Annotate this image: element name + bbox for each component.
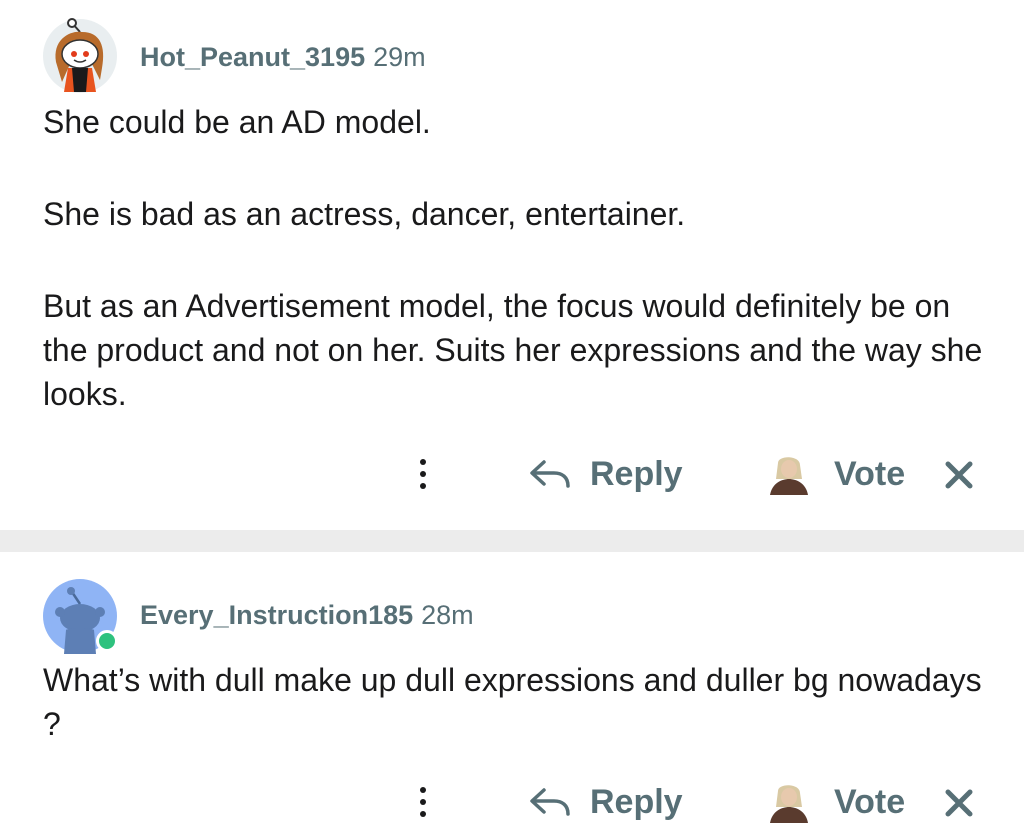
comment-body: What’s with dull make up dull expression… <box>43 658 983 746</box>
author-name[interactable]: Every_Instruction185 <box>140 600 413 630</box>
reddit-snoo-avatar-icon <box>43 18 117 93</box>
vote-button[interactable]: Vote <box>766 778 905 826</box>
avatar[interactable] <box>42 578 118 654</box>
comment-body: She could be an AD model. She is bad as … <box>43 100 983 416</box>
vote-button[interactable]: Vote <box>766 450 905 498</box>
reply-arrow-icon <box>530 788 570 816</box>
comment-paragraph: She is bad as an actress, dancer, entert… <box>43 196 686 232</box>
author-line: Every_Instruction185 28m <box>140 600 474 631</box>
comment-paragraph: But as an Advertisement model, the focus… <box>43 288 983 412</box>
more-options-button[interactable] <box>402 450 444 498</box>
comment: Every_Instruction185 28m What’s with dull… <box>0 552 1024 830</box>
more-vertical-icon <box>420 459 426 465</box>
vote-label: Vote <box>834 454 906 493</box>
dismiss-button[interactable] <box>940 784 978 822</box>
reply-button[interactable]: Reply <box>528 778 683 826</box>
comment-paragraph: She could be an AD model. <box>43 104 431 140</box>
vote-avatar-icon <box>766 453 812 495</box>
author-name[interactable]: Hot_Peanut_3195 <box>140 42 365 72</box>
online-status-indicator <box>96 630 118 652</box>
reply-arrow-icon <box>530 460 570 488</box>
avatar[interactable] <box>42 18 118 94</box>
close-icon <box>945 789 973 817</box>
author-line: Hot_Peanut_3195 29m <box>140 42 426 73</box>
more-vertical-icon-dot <box>420 471 426 477</box>
reply-label: Reply <box>590 454 683 493</box>
timestamp: 29m <box>373 42 426 72</box>
comment-action-bar: Reply Vote <box>0 774 1024 830</box>
vote-avatar-icon <box>766 781 812 823</box>
more-options-button[interactable] <box>402 778 444 826</box>
close-icon <box>945 461 973 489</box>
more-vertical-icon-dot <box>420 811 426 817</box>
timestamp: 28m <box>421 600 474 630</box>
comment: Hot_Peanut_3195 29m She could be an AD mo… <box>0 0 1024 530</box>
vote-label: Vote <box>834 782 906 821</box>
more-vertical-icon-dot <box>420 483 426 489</box>
dismiss-button[interactable] <box>940 456 978 494</box>
comment-action-bar: Reply Vote <box>0 446 1024 502</box>
comment-separator <box>0 530 1024 552</box>
comment-paragraph: What’s with dull make up dull expression… <box>43 662 982 742</box>
reply-label: Reply <box>590 782 683 821</box>
more-vertical-icon <box>420 787 426 793</box>
reply-button[interactable]: Reply <box>528 450 683 498</box>
more-vertical-icon-dot <box>420 799 426 805</box>
